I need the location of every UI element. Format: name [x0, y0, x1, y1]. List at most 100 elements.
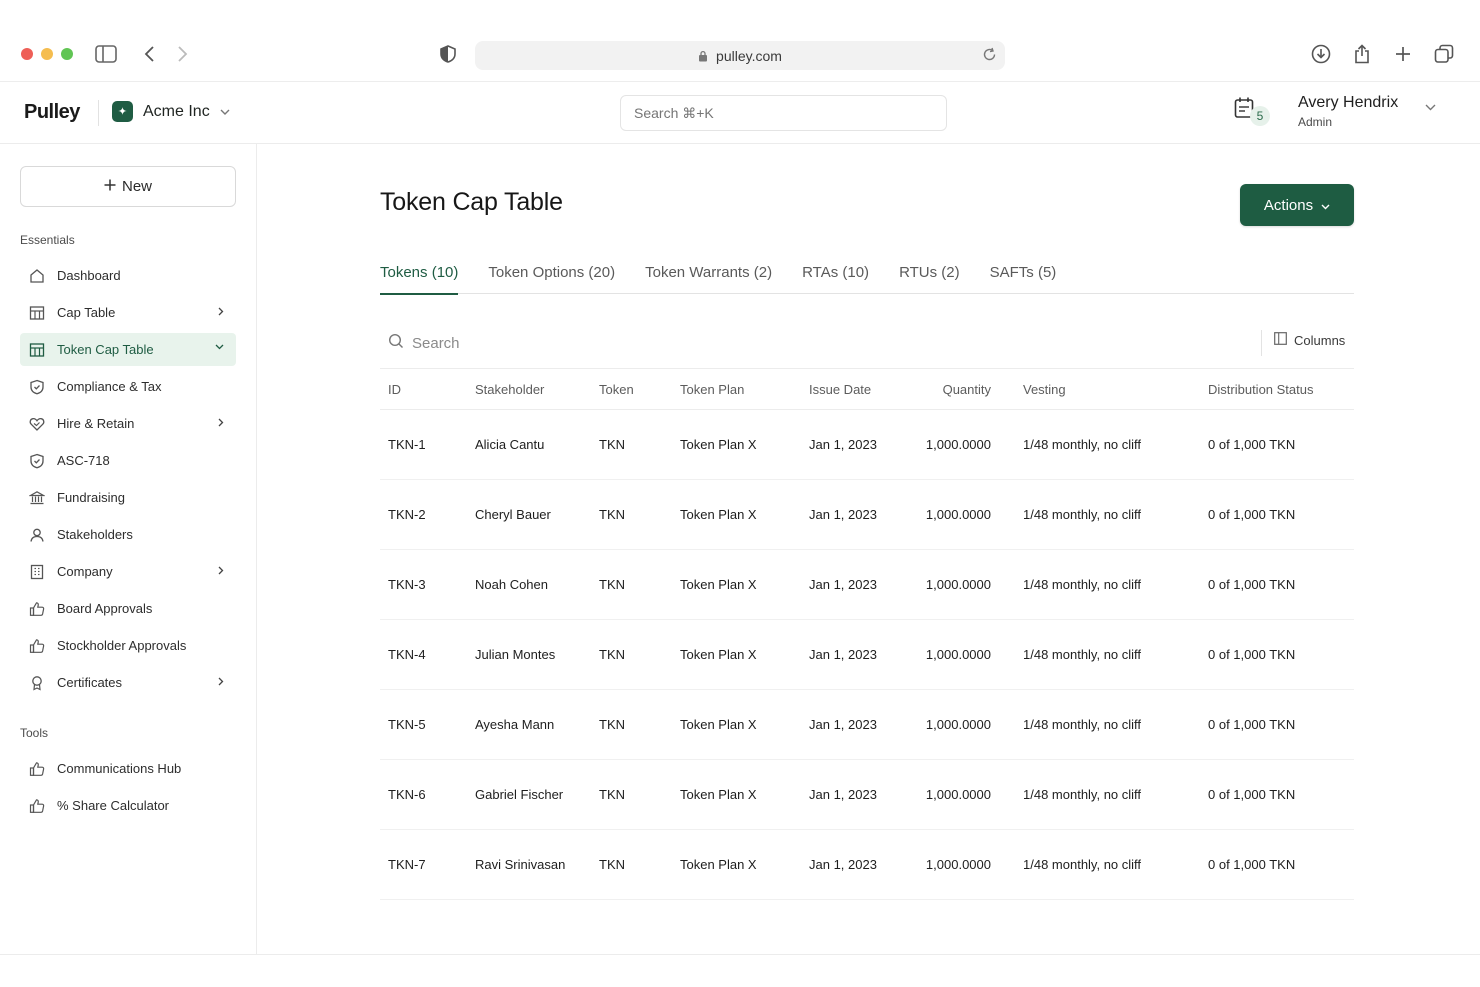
cell-vesting: 1/48 monthly, no cliff: [999, 549, 1200, 620]
cell-vesting: 1/48 monthly, no cliff: [999, 759, 1200, 830]
sidebar-item-dashboard[interactable]: Dashboard: [20, 259, 236, 292]
cell-quantity: 1,000.0000: [910, 479, 999, 550]
org-switcher[interactable]: ✦ Acme Inc: [112, 101, 230, 122]
column-header-distribution-status[interactable]: Distribution Status: [1200, 368, 1354, 410]
table-row[interactable]: TKN-2 Cheryl Bauer TKN Token Plan X Jan …: [380, 479, 1354, 550]
actions-button[interactable]: Actions: [1240, 184, 1354, 226]
thumbs-up-icon: [28, 637, 46, 655]
cell-distribution-status: 0 of 1,000 TKN: [1200, 479, 1354, 550]
cell-issue-date: Jan 1, 2023: [801, 759, 910, 830]
user-role: Admin: [1298, 115, 1333, 129]
chevron-down-icon: [220, 103, 230, 121]
tab-safts[interactable]: SAFTs (5): [990, 260, 1057, 294]
actions-button-label: Actions: [1263, 196, 1314, 214]
share-icon[interactable]: [1350, 42, 1374, 66]
url-text: pulley.com: [716, 47, 782, 64]
column-header-token[interactable]: Token: [591, 368, 672, 410]
column-header-id[interactable]: ID: [380, 368, 467, 410]
tabs: Tokens (10) Token Options (20) Token War…: [380, 260, 1354, 295]
cell-issue-date: Jan 1, 2023: [801, 549, 910, 620]
table-row[interactable]: TKN-4 Julian Montes TKN Token Plan X Jan…: [380, 619, 1354, 690]
tab-token-warrants[interactable]: Token Warrants (2): [645, 260, 772, 294]
table-row[interactable]: TKN-3 Noah Cohen TKN Token Plan X Jan 1,…: [380, 549, 1354, 620]
table-row[interactable]: TKN-7 Ravi Srinivasan TKN Token Plan X J…: [380, 829, 1354, 900]
award-icon: [28, 674, 46, 692]
column-header-stakeholder[interactable]: Stakeholder: [467, 368, 591, 410]
sidebar-item-fundraising[interactable]: Fundraising: [20, 481, 236, 514]
tasks-button[interactable]: 5: [1234, 96, 1274, 130]
privacy-shield-icon[interactable]: [436, 42, 460, 66]
column-header-issue-date[interactable]: Issue Date: [801, 368, 910, 410]
user-icon: [28, 526, 46, 544]
sidebar-item-compliance-tax[interactable]: Compliance & Tax: [20, 370, 236, 403]
sidebar-item-certificates[interactable]: Certificates: [20, 666, 236, 699]
column-header-token-plan[interactable]: Token Plan: [672, 368, 801, 410]
table-search-input[interactable]: [412, 334, 812, 352]
cell-vesting: 1/48 monthly, no cliff: [999, 619, 1200, 690]
reload-icon[interactable]: [982, 47, 997, 62]
sidebar-item-share-calculator[interactable]: % Share Calculator: [20, 789, 236, 822]
browser-chrome: pulley.com: [0, 0, 1480, 82]
cell-vesting: 1/48 monthly, no cliff: [999, 479, 1200, 550]
sidebar-item-company[interactable]: Company: [20, 555, 236, 588]
downloads-icon[interactable]: [1309, 42, 1333, 66]
header-divider: [98, 100, 99, 126]
new-button[interactable]: New: [20, 166, 236, 207]
minimize-window-button[interactable]: [41, 48, 53, 60]
sidebar-item-hire-retain[interactable]: Hire & Retain: [20, 407, 236, 440]
bank-icon: [28, 489, 46, 507]
cell-id: TKN-2: [380, 479, 467, 550]
cell-token: TKN: [591, 549, 672, 620]
sidebar-item-label: % Share Calculator: [57, 798, 169, 813]
columns-icon: [1274, 332, 1287, 348]
new-tab-icon[interactable]: [1391, 42, 1415, 66]
chevron-right-icon: [218, 307, 224, 316]
cell-token-plan: Token Plan X: [672, 759, 801, 830]
table-search: [380, 325, 1260, 361]
address-bar[interactable]: pulley.com: [475, 41, 1005, 70]
forward-icon[interactable]: [170, 42, 194, 66]
tab-tokens[interactable]: Tokens (10): [380, 260, 459, 295]
sidebar-item-communications-hub[interactable]: Communications Hub: [20, 752, 236, 785]
building-icon: [28, 563, 46, 581]
sidebar-item-label: Stockholder Approvals: [57, 638, 187, 653]
essentials-nav: Dashboard Cap Table Token Cap Table Comp…: [20, 259, 236, 703]
sidebar-item-stockholder-approvals[interactable]: Stockholder Approvals: [20, 629, 236, 662]
cell-stakeholder: Ravi Srinivasan: [467, 829, 591, 900]
heart-handshake-icon: [28, 415, 46, 433]
table-row[interactable]: TKN-6 Gabriel Fischer TKN Token Plan X J…: [380, 759, 1354, 830]
close-window-button[interactable]: [21, 48, 33, 60]
sidebar-item-cap-table[interactable]: Cap Table: [20, 296, 236, 329]
user-menu[interactable]: Avery Hendrix Admin: [1298, 94, 1398, 129]
columns-button[interactable]: Columns: [1274, 332, 1345, 348]
sidebar-item-token-cap-table[interactable]: Token Cap Table: [20, 333, 236, 366]
user-menu-chevron-icon[interactable]: [1425, 104, 1436, 111]
cell-id: TKN-4: [380, 619, 467, 690]
tab-rtas[interactable]: RTAs (10): [802, 260, 869, 294]
cell-stakeholder: Cheryl Bauer: [467, 479, 591, 550]
column-header-vesting[interactable]: Vesting: [999, 368, 1200, 410]
cell-id: TKN-1: [380, 409, 467, 480]
sidebar-item-asc-718[interactable]: ASC-718: [20, 444, 236, 477]
sidebar-item-stakeholders[interactable]: Stakeholders: [20, 518, 236, 551]
table-row[interactable]: TKN-5 Ayesha Mann TKN Token Plan X Jan 1…: [380, 689, 1354, 760]
pulley-logo[interactable]: Pulley: [24, 101, 80, 124]
tab-rtus[interactable]: RTUs (2): [899, 260, 960, 294]
tab-overview-icon[interactable]: [1432, 42, 1456, 66]
table-row[interactable]: TKN-1 Alicia Cantu TKN Token Plan X Jan …: [380, 409, 1354, 480]
cell-token-plan: Token Plan X: [672, 689, 801, 760]
tools-nav: Communications Hub % Share Calculator: [20, 752, 236, 826]
shield-check-icon: [28, 452, 46, 470]
sidebar-toggle-icon[interactable]: [94, 42, 118, 66]
cell-issue-date: Jan 1, 2023: [801, 479, 910, 550]
tab-token-options[interactable]: Token Options (20): [488, 260, 615, 294]
column-header-quantity[interactable]: Quantity: [910, 368, 999, 410]
global-search-input[interactable]: [620, 95, 947, 131]
token-table: ID Stakeholder Token Token Plan Issue Da…: [380, 368, 1354, 900]
cell-issue-date: Jan 1, 2023: [801, 829, 910, 900]
maximize-window-button[interactable]: [61, 48, 73, 60]
sidebar-item-board-approvals[interactable]: Board Approvals: [20, 592, 236, 625]
cell-distribution-status: 0 of 1,000 TKN: [1200, 759, 1354, 830]
search-icon: [388, 333, 404, 353]
back-icon[interactable]: [138, 42, 162, 66]
